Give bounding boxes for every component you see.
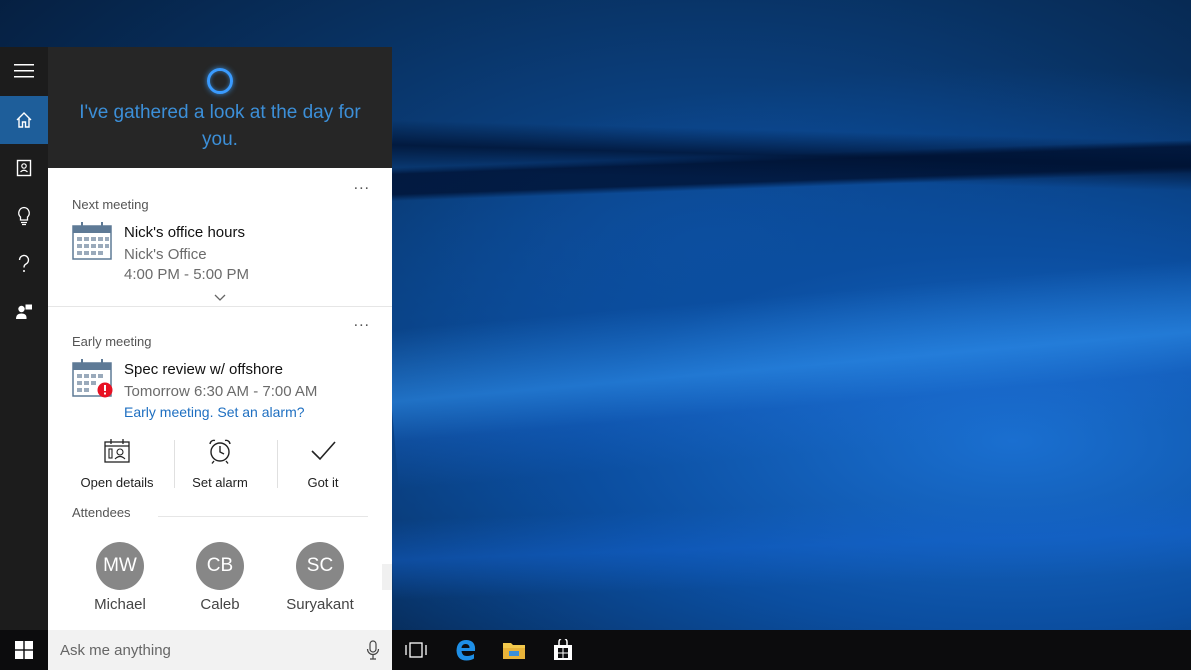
meeting-location: Nick's Office [124,246,207,263]
attendees-divider [158,516,368,517]
taskbar: Ask me anything [0,630,1191,670]
mic-icon[interactable] [366,640,380,660]
card-more-button[interactable]: ... [354,176,370,194]
edge-button[interactable] [446,630,486,670]
notebook-icon [16,159,32,177]
home-button[interactable] [0,96,48,144]
cortana-greeting: I've gathered a look at the day for you. [79,102,361,150]
feedback-icon [16,304,32,319]
calendar-icon [72,222,112,260]
open-details-icon [104,439,130,463]
attendee-name: Michael [94,596,146,613]
cortana-panel: I've gathered a look at the day for you.… [0,47,392,630]
attendee-name: Suryakant [286,596,354,613]
alarm-clock-icon [209,439,231,464]
meeting-time: 4:00 PM - 5:00 PM [124,266,250,283]
card-more-button[interactable]: ... [354,313,370,331]
store-icon [554,639,572,660]
wallpaper-light-beam [385,251,1191,490]
wallpaper-light-beam [391,120,1191,192]
scrollbar-thumb[interactable] [382,564,392,590]
interests-button[interactable] [0,192,48,240]
file-explorer-icon [503,643,525,659]
cortana-nav-rail [0,47,48,630]
help-icon [18,254,30,272]
calendar-alert-icon [72,359,113,398]
attendees-label: Attendees [72,505,131,520]
attendee-name: Caleb [200,596,240,613]
edge-icon [456,640,476,661]
lightbulb-icon [18,206,30,226]
task-view-icon [405,642,427,658]
open-details-label: Open details [80,475,154,490]
notebook-button[interactable] [0,144,48,192]
search-input[interactable]: Ask me anything [48,630,392,670]
cortana-header: I've gathered a look at the day for you. [48,47,392,168]
help-button[interactable] [0,240,48,288]
avatar: MW [96,542,144,590]
attendee[interactable]: MW Michael [70,542,170,613]
next-meeting-label: Next meeting [72,197,149,212]
feedback-button[interactable] [0,288,48,336]
menu-icon [14,64,34,78]
cortana-feed[interactable]: ... Next meeting Nick's office hours Nic… [48,168,392,630]
set-alarm-label: Set alarm [192,475,248,490]
got-it-button[interactable]: Got it [273,438,373,490]
hamburger-menu-button[interactable] [0,47,48,95]
checkmark-icon [311,441,336,461]
store-button[interactable] [543,630,583,670]
open-details-button[interactable]: Open details [67,438,167,490]
wallpaper-light-beam [390,491,1191,600]
early-meeting-label: Early meeting [72,334,152,349]
task-view-button[interactable] [396,630,436,670]
card-divider [48,306,392,307]
avatar: CB [196,542,244,590]
home-icon [16,112,32,128]
windows-start-icon [15,641,33,659]
set-alarm-button[interactable]: Set alarm [170,438,270,490]
chevron-down-icon[interactable] [214,294,226,302]
attendee[interactable]: SC Suryakant [270,542,370,613]
file-explorer-button[interactable] [494,630,534,670]
meeting-time: Tomorrow 6:30 AM - 7:00 AM [124,383,318,400]
meeting-title[interactable]: Spec review w/ offshore [124,361,283,378]
attendee[interactable]: CB Caleb [170,542,270,613]
got-it-label: Got it [307,475,339,490]
start-button[interactable] [0,630,48,670]
meeting-title[interactable]: Nick's office hours [124,224,245,241]
search-placeholder: Ask me anything [60,641,171,659]
avatar: SC [296,542,344,590]
set-alarm-link[interactable]: Early meeting. Set an alarm? [124,404,305,420]
cortana-logo-icon [207,68,233,94]
